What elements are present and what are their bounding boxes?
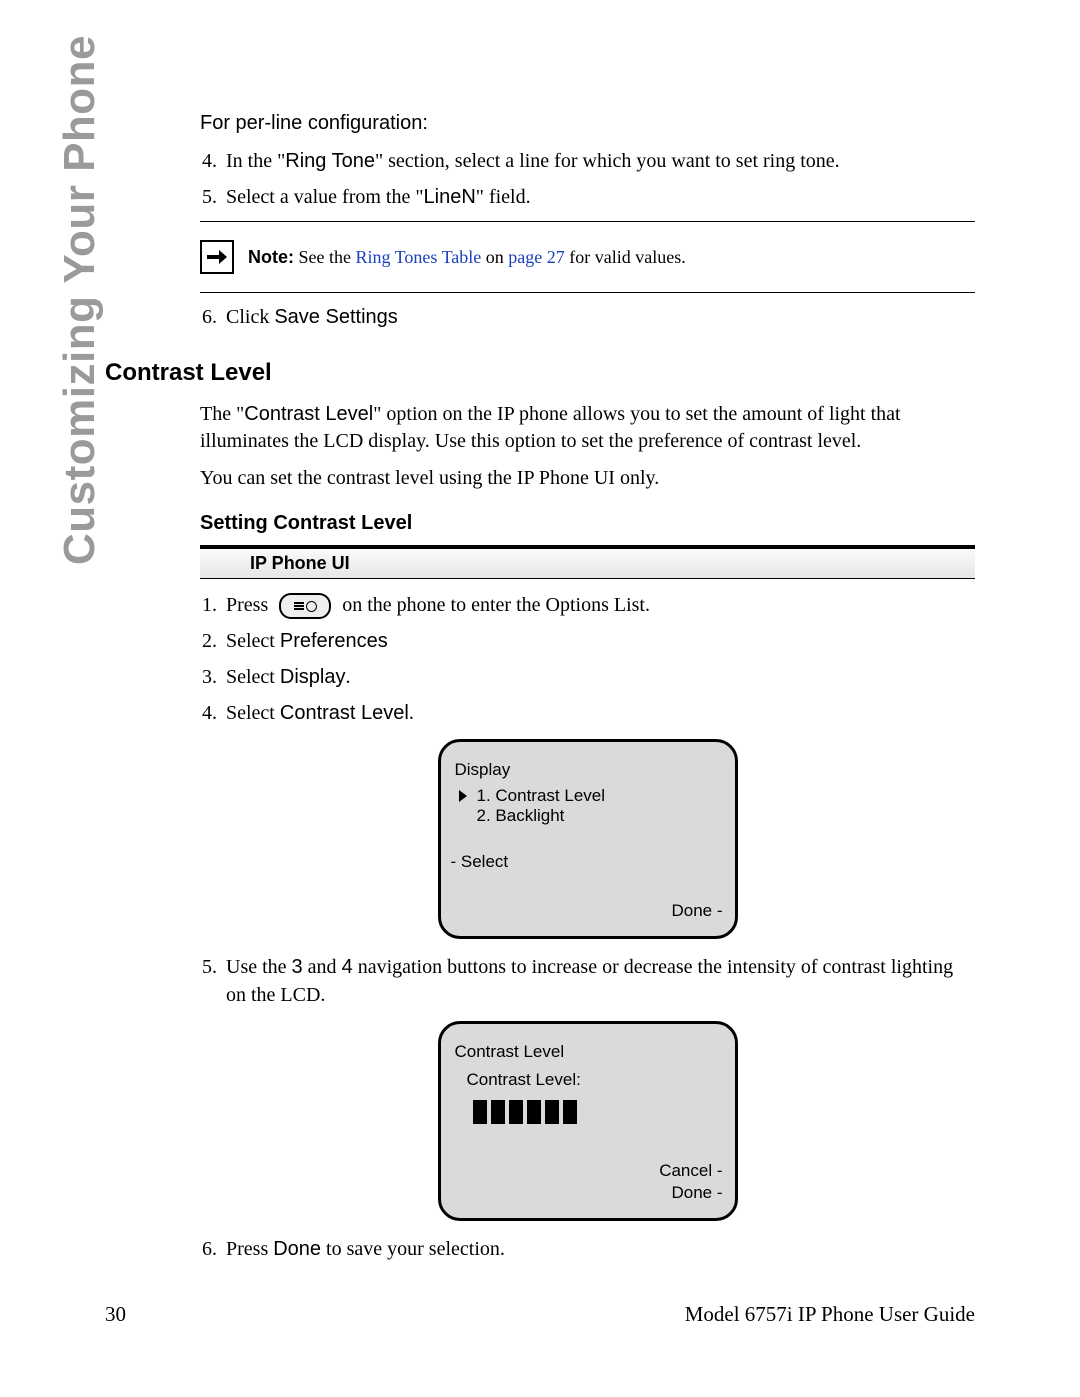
- note-block: Note: See the Ring Tones Table on page 2…: [200, 232, 975, 282]
- arrow-note-icon: [200, 240, 234, 274]
- per-line-intro: For per-line configuration:: [200, 110, 975, 137]
- lcd-cancel: Cancel -: [659, 1160, 722, 1182]
- text: Click: [226, 306, 274, 328]
- lcd-title: Contrast Level: [455, 1042, 721, 1062]
- step-4: In the "Ring Tone" section, select a lin…: [222, 147, 975, 175]
- step-b1: Press on the phone to enter the Options …: [222, 591, 975, 619]
- main-content: For per-line configuration: In the "Ring…: [105, 110, 975, 1271]
- text: 1. Contrast Level: [477, 786, 606, 806]
- text: 2. Backlight: [477, 806, 565, 826]
- steps-list-b3: Press Done to save your selection.: [200, 1235, 975, 1263]
- text: for valid values.: [565, 247, 686, 267]
- step-b3: Select Display.: [222, 663, 975, 691]
- nav-key-4: 4: [342, 956, 353, 978]
- lcd-title: Display: [455, 760, 721, 780]
- lcd-done: Done -: [671, 900, 722, 922]
- lcd-item-1: 1. Contrast Level: [455, 786, 721, 806]
- ui-term-preferences: Preferences: [280, 630, 388, 652]
- steps-list-b: Press on the phone to enter the Options …: [200, 591, 975, 727]
- lcd-item-2: 2. Backlight: [455, 806, 721, 826]
- ui-term-ring-tone: Ring Tone: [285, 150, 375, 172]
- ip-phone-ui-bar: IP Phone UI: [200, 545, 975, 579]
- step-b6: Press Done to save your selection.: [222, 1235, 975, 1263]
- text: " section, select a line for which you w…: [375, 150, 840, 172]
- text: to save your selection.: [321, 1238, 505, 1260]
- guide-title: Model 6757i IP Phone User Guide: [685, 1302, 975, 1327]
- text: on the phone to enter the Options List.: [337, 594, 650, 616]
- steps-list-a: In the "Ring Tone" section, select a lin…: [200, 147, 975, 211]
- step-b5: Use the 3 and 4 navigation buttons to in…: [222, 953, 975, 1009]
- ui-term-contrast-level: Contrast Level: [244, 403, 373, 425]
- text: Use the: [226, 956, 292, 978]
- text: Select: [226, 666, 280, 688]
- lcd-done: Done -: [659, 1182, 722, 1204]
- step-b2: Select Preferences: [222, 627, 975, 655]
- ui-term-contrast-level: Contrast Level: [280, 702, 409, 724]
- contrast-para-2: You can set the contrast level using the…: [200, 465, 975, 492]
- lcd-contrast-level: Contrast Level Contrast Level: Cancel - …: [438, 1021, 738, 1221]
- options-button-icon: [279, 593, 331, 619]
- note-label: Note:: [248, 247, 294, 267]
- heading-contrast-level: Contrast Level: [105, 359, 975, 387]
- lcd-right-options: Cancel - Done -: [659, 1160, 722, 1204]
- page-footer: 30 Model 6757i IP Phone User Guide: [105, 1302, 975, 1327]
- steps-list-b2: Use the 3 and 4 navigation buttons to in…: [200, 953, 975, 1009]
- divider: [200, 221, 975, 222]
- ui-term-done: Done: [273, 1238, 321, 1260]
- ui-term-linen: LineN: [424, 186, 476, 208]
- ui-term-save-settings: Save Settings: [274, 306, 397, 328]
- contrast-para-1: The "Contrast Level" option on the IP ph…: [200, 401, 975, 455]
- text: Select: [226, 702, 280, 724]
- contrast-bars-icon: [473, 1100, 721, 1124]
- nav-key-3: 3: [292, 956, 303, 978]
- text: and: [303, 956, 342, 978]
- step-6: Click Save Settings: [222, 303, 975, 331]
- lcd-label: Contrast Level:: [455, 1070, 721, 1090]
- step-5: Select a value from the "LineN" field.: [222, 183, 975, 211]
- step-b4: Select Contrast Level.: [222, 699, 975, 727]
- link-page-27[interactable]: page 27: [508, 247, 564, 267]
- lcd-display-menu: Display 1. Contrast Level 2. Backlight -…: [438, 739, 738, 939]
- text: " field.: [476, 186, 531, 208]
- text: Select: [226, 630, 280, 652]
- text: In the ": [226, 150, 285, 172]
- text: Press: [226, 1238, 273, 1260]
- text: Select a value from the ": [226, 186, 424, 208]
- triangle-cursor-icon: [459, 790, 467, 802]
- page-number: 30: [105, 1302, 126, 1327]
- note-text: Note: See the Ring Tones Table on page 2…: [248, 247, 686, 268]
- link-ring-tones-table[interactable]: Ring Tones Table: [355, 247, 481, 267]
- heading-setting-contrast: Setting Contrast Level: [200, 512, 975, 535]
- ui-term-display: Display: [280, 666, 346, 688]
- text: The ": [200, 403, 244, 425]
- side-chapter-title: Customizing Your Phone: [55, 35, 105, 565]
- text: Done -: [671, 900, 722, 922]
- lcd-select: - Select: [451, 852, 509, 872]
- text: .: [345, 666, 350, 688]
- document-page: Customizing Your Phone For per-line conf…: [0, 0, 1080, 1397]
- text: See the: [294, 247, 355, 267]
- steps-list-a2: Click Save Settings: [200, 303, 975, 331]
- text: on: [481, 247, 508, 267]
- text: .: [409, 702, 414, 724]
- text: Press: [226, 594, 273, 616]
- divider: [200, 292, 975, 293]
